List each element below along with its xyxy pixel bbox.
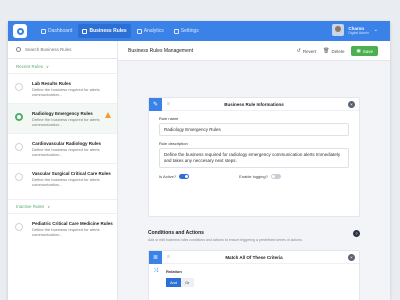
nav-dashboard-label: Dashboard bbox=[48, 28, 73, 34]
rule-desc: Define the business required for alerts … bbox=[32, 227, 100, 237]
conditions-section: Conditions and Actions Add or edit busin… bbox=[148, 230, 360, 242]
rules-icon bbox=[82, 28, 88, 34]
rule-title: Cardiovascular Radiology Rules bbox=[32, 141, 102, 146]
nav-settings[interactable]: Settings bbox=[170, 24, 203, 38]
card-header: ✎ ≡ Business Rule Informations × bbox=[149, 97, 359, 111]
list-item[interactable]: Vascular Surgical Critical Care Rules De… bbox=[8, 163, 117, 199]
rule-info-card: ✎ ≡ Business Rule Informations × Rule na… bbox=[148, 97, 360, 217]
inactive-rules-header[interactable]: Inactive Rules ∨ bbox=[8, 199, 117, 213]
delete-button[interactable]: 🗑 Delete bbox=[323, 48, 344, 54]
card-header: ≣ ≡ Match All Of These Criteria × bbox=[149, 250, 359, 264]
logging-label: Enable logging? bbox=[239, 174, 268, 179]
dashboard-icon bbox=[41, 28, 46, 34]
nav-settings-label: Settings bbox=[180, 28, 199, 34]
avatar bbox=[332, 24, 345, 36]
rule-radio[interactable] bbox=[15, 223, 23, 231]
delete-label: Delete bbox=[331, 48, 345, 54]
and-option[interactable]: And bbox=[166, 278, 182, 287]
rule-desc: Define the business required for alerts … bbox=[32, 147, 100, 157]
or-option[interactable]: Or bbox=[181, 278, 194, 287]
header-actions: ↺ Revert 🗑 Delete ▣ Save bbox=[297, 46, 378, 56]
search-input[interactable] bbox=[25, 47, 105, 52]
criteria-card: ≣ ≡ Match All Of These Criteria × ⤨ Rela… bbox=[148, 250, 360, 300]
logging-toggle[interactable] bbox=[270, 174, 281, 179]
rule-radio[interactable] bbox=[15, 83, 23, 91]
recent-rules-label: Recent Rules bbox=[16, 63, 44, 69]
app-logo[interactable] bbox=[13, 24, 27, 38]
warning-icon bbox=[105, 112, 111, 118]
conditions-desc: Add or edit business rules conditions an… bbox=[148, 238, 303, 242]
rule-desc-field[interactable]: Define the business required for radiolo… bbox=[159, 148, 349, 168]
is-active-toggle[interactable] bbox=[179, 174, 190, 179]
list-item[interactable]: Cardiovascular Radiology Rules Define th… bbox=[8, 133, 117, 163]
rule-desc: Define the business required for alerts … bbox=[32, 117, 100, 127]
help-icon[interactable]: ? bbox=[353, 230, 360, 237]
nav-dashboard[interactable]: Dashboard bbox=[37, 24, 76, 38]
nav-analytics[interactable]: Analytics bbox=[133, 24, 168, 38]
page-title: Business Rules Management bbox=[128, 47, 194, 54]
rule-title: Pediatric Critical Care Medicine Rules bbox=[32, 221, 113, 226]
revert-label: Revert bbox=[302, 48, 317, 54]
rule-desc: Define the business required for alerts … bbox=[32, 177, 100, 187]
rule-radio[interactable] bbox=[15, 173, 23, 181]
relation-toggle: And Or bbox=[166, 278, 359, 287]
main-nav: Dashboard Business Rules Analytics Setti… bbox=[37, 21, 205, 41]
conditions-title: Conditions and Actions bbox=[148, 230, 204, 236]
nav-business-rules-label: Business Rules bbox=[89, 28, 127, 34]
nav-business-rules[interactable]: Business Rules bbox=[78, 24, 131, 38]
list-item[interactable]: Radiology Emergency Rules Define the bus… bbox=[8, 103, 117, 133]
search-bar bbox=[8, 41, 117, 59]
save-label: Save bbox=[362, 48, 373, 54]
trash-icon: 🗑 bbox=[323, 48, 330, 54]
close-icon[interactable]: × bbox=[348, 254, 355, 261]
rule-desc-label: Rule description bbox=[159, 141, 188, 146]
revert-button[interactable]: ↺ Revert bbox=[297, 48, 316, 54]
shuffle-icon: ⤨ bbox=[153, 268, 158, 274]
rule-title: Vascular Surgical Critical Care Rules bbox=[32, 171, 111, 176]
app-window: Dashboard Business Rules Analytics Setti… bbox=[8, 21, 390, 300]
rule-title: Lab Results Rules bbox=[32, 81, 72, 86]
is-active-label: Is Active? bbox=[159, 174, 177, 179]
revert-icon: ↺ bbox=[296, 48, 301, 54]
relation-label: Relation bbox=[166, 269, 182, 274]
rule-desc: Define the business required for alerts … bbox=[32, 87, 100, 97]
rule-radio[interactable] bbox=[15, 113, 23, 121]
rule-name-label: Rule name bbox=[159, 116, 179, 121]
rule-radio[interactable] bbox=[15, 143, 23, 151]
list-item[interactable]: Lab Results Rules Define the business re… bbox=[8, 73, 117, 103]
list-item[interactable]: Pediatric Critical Care Medicine Rules D… bbox=[8, 213, 117, 249]
chevron-down-icon: ∨ bbox=[47, 204, 51, 209]
recent-rules-header[interactable]: Recent Rules ∨ bbox=[8, 59, 117, 73]
card-title: Business Rule Informations bbox=[224, 101, 284, 107]
user-menu[interactable]: Charon Digital Admin ⌄ bbox=[332, 24, 378, 36]
chevron-down-icon: ∨ bbox=[46, 63, 49, 69]
top-nav: Dashboard Business Rules Analytics Setti… bbox=[8, 21, 390, 41]
save-button[interactable]: ▣ Save bbox=[351, 46, 378, 56]
sidebar: Recent Rules ∨ Lab Results Rules Define … bbox=[8, 41, 118, 300]
settings-icon bbox=[173, 28, 179, 34]
analytics-icon bbox=[136, 28, 142, 34]
criteria-title: Match All Of These Criteria bbox=[225, 254, 283, 260]
user-role: Digital Admin bbox=[348, 30, 369, 35]
inactive-rules-label: Inactive Rules bbox=[16, 204, 45, 209]
main-header: Business Rules Management ↺ Revert 🗑 Del… bbox=[118, 41, 390, 61]
nav-analytics-label: Analytics bbox=[143, 28, 164, 34]
save-icon: ▣ bbox=[356, 48, 361, 53]
toggle-row: Is Active? Enable logging? bbox=[159, 174, 349, 179]
search-icon bbox=[16, 47, 21, 52]
chevron-down-icon: ⌄ bbox=[373, 27, 378, 33]
close-icon[interactable]: × bbox=[348, 101, 355, 108]
relation-row: ⤨ Relation bbox=[149, 268, 359, 275]
main-panel: Business Rules Management ↺ Revert 🗑 Del… bbox=[118, 41, 390, 300]
rule-name-field[interactable]: Radiology Emergency Rules bbox=[159, 123, 349, 136]
